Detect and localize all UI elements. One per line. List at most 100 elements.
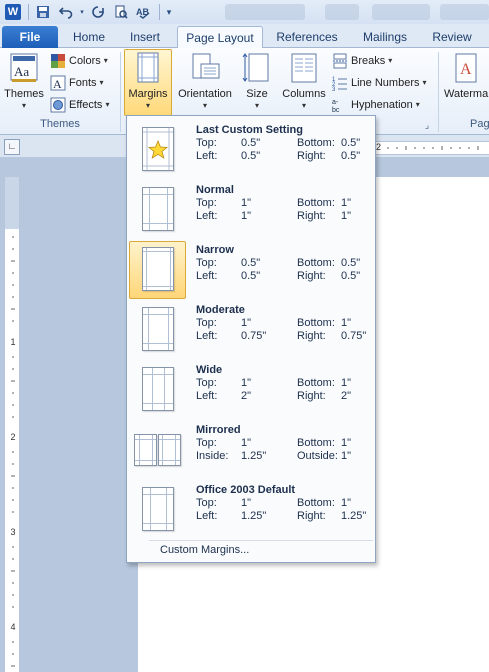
margin-option-narrow[interactable]: Narrow Top: 0.5" Bottom: 0.5" Left: 0.5"… (129, 240, 374, 299)
margin-value: 2" (241, 390, 252, 402)
margin-value: 1" (241, 437, 252, 449)
tab-home[interactable]: Home (68, 26, 110, 48)
margin-key: Right: (297, 210, 326, 222)
margin-value: 1" (341, 450, 352, 462)
margin-value: 1" (241, 317, 252, 329)
margins-icon (132, 52, 164, 84)
custom-margins-button[interactable]: Custom Margins... (160, 544, 249, 556)
margin-option-moderate[interactable]: Moderate Top: 1" Bottom: 1" Left: 0.75" … (129, 300, 374, 358)
margin-option-mirrored[interactable]: Mirrored Top: 1" Bottom: 1" Inside: 1.25… (129, 420, 374, 478)
ribbon-tabs: File Home Insert Page Layout References … (0, 24, 489, 49)
size-button[interactable]: Size ▾ (240, 50, 274, 116)
margin-option-wide[interactable]: Wide Top: 1" Bottom: 1" Left: 2" Right: … (129, 360, 374, 418)
fonts-button[interactable]: A Fonts ▾ (50, 73, 104, 93)
margins-label: Margins (128, 88, 168, 100)
margin-preview-box (129, 301, 186, 359)
colors-button[interactable]: Colors ▾ (50, 51, 108, 71)
margin-key: Top: (196, 257, 217, 269)
menu-divider (149, 540, 373, 541)
horizontal-ruler[interactable]: 2 (370, 141, 489, 155)
watermark-button[interactable]: A Waterma (442, 50, 489, 116)
margin-preview-box (129, 421, 186, 479)
margin-preview-icon (142, 187, 174, 231)
fonts-icon: A (50, 75, 66, 91)
chevron-down-icon: ▾ (99, 78, 104, 87)
margins-dropdown-menu: Last Custom Setting Top: 0.5" Bottom: 0.… (126, 115, 376, 563)
chevron-down-icon: ▾ (145, 101, 150, 110)
quick-access-toolbar: W ▾ AB ▾ (0, 0, 489, 24)
tab-mailings[interactable]: Mailings (355, 26, 415, 48)
margin-value: 0.5" (341, 137, 361, 149)
margin-preview-box (129, 241, 186, 299)
vertical-ruler[interactable]: 1 2 3 4 (4, 177, 20, 672)
redo-icon[interactable] (87, 2, 109, 22)
columns-label: Columns (282, 88, 326, 100)
margin-value: 0.5" (341, 150, 361, 162)
page-setup-launcher-icon[interactable]: ⌟ (420, 120, 434, 131)
undo-icon[interactable] (55, 2, 77, 22)
margin-key: Right: (297, 270, 326, 282)
size-label: Size (246, 88, 268, 100)
margin-value: 1.25" (241, 450, 267, 462)
tab-file[interactable]: File (2, 26, 58, 48)
themes-button[interactable]: Aa Themes ▾ (3, 50, 45, 116)
margins-button[interactable]: Margins ▾ (124, 49, 172, 116)
effects-button[interactable]: Effects ▾ (50, 95, 109, 115)
margin-value: 0.5" (241, 150, 261, 162)
chevron-down-icon: ▾ (422, 78, 427, 87)
group-divider (438, 52, 439, 132)
tab-selector-button[interactable]: ∟ (4, 139, 20, 155)
margin-key: Left: (196, 510, 218, 522)
margin-option-title: Wide (196, 364, 223, 376)
columns-button[interactable]: Columns ▾ (280, 50, 328, 116)
margin-preview-box (129, 181, 186, 239)
margin-preview-box (129, 121, 186, 179)
margin-key: Inside: (196, 450, 229, 462)
customize-qat-icon[interactable]: ▾ (163, 2, 175, 22)
watermark-icon: A (450, 52, 482, 84)
hyphenation-label: Hyphenation (351, 99, 413, 111)
breaks-button[interactable]: Breaks ▾ (332, 51, 392, 71)
margin-key: Top: (196, 197, 217, 209)
line-numbers-label: Line Numbers (351, 77, 420, 89)
hyphenation-icon: a-bc (332, 97, 348, 114)
margin-value: 1" (241, 210, 252, 222)
tab-references[interactable]: References (272, 26, 342, 48)
svg-text:3: 3 (332, 87, 336, 91)
margin-option-office-2003-default[interactable]: Office 2003 Default Top: 1" Bottom: 1" L… (129, 480, 374, 538)
margin-key: Bottom: (297, 317, 335, 329)
margin-key: Bottom: (297, 497, 335, 509)
title-background-blob (225, 4, 305, 20)
margin-key: Top: (196, 437, 217, 449)
margin-preview-icon (142, 127, 174, 171)
themes-label: Themes (4, 88, 44, 100)
margin-value: 0.5" (241, 270, 261, 282)
tab-page-layout[interactable]: Page Layout (177, 26, 263, 49)
ruler-ticks (387, 146, 479, 150)
margin-key: Bottom: (297, 257, 335, 269)
save-icon[interactable] (32, 2, 54, 22)
margin-option-normal[interactable]: Normal Top: 1" Bottom: 1" Left: 1" Right… (129, 180, 374, 238)
spelling-icon[interactable]: AB (133, 2, 155, 22)
svg-text:AB: AB (136, 7, 149, 17)
watermark-label: Waterma (444, 88, 489, 100)
margin-option-title: Normal (196, 184, 234, 196)
word-app-icon[interactable]: W (2, 2, 24, 22)
undo-dropdown-icon[interactable]: ▾ (78, 2, 86, 22)
chevron-down-icon: ▾ (388, 56, 393, 65)
group-divider (120, 52, 121, 132)
margin-value: 1" (341, 210, 352, 222)
margin-option-title: Narrow (196, 244, 234, 256)
margin-key: Left: (196, 150, 218, 162)
title-background-blob (325, 4, 359, 20)
print-preview-icon[interactable] (110, 2, 132, 22)
line-numbers-button[interactable]: 123 Line Numbers ▾ (332, 73, 427, 93)
hyphenation-button[interactable]: a-bc Hyphenation ▾ (332, 95, 420, 115)
margin-preview-box (129, 481, 186, 539)
tab-insert[interactable]: Insert (124, 26, 166, 48)
tab-review[interactable]: Review (427, 26, 477, 48)
title-background-blob (440, 4, 489, 20)
effects-icon (50, 97, 66, 113)
orientation-button[interactable]: Orientation ▾ (174, 50, 236, 116)
margin-option-last-custom[interactable]: Last Custom Setting Top: 0.5" Bottom: 0.… (129, 120, 374, 178)
